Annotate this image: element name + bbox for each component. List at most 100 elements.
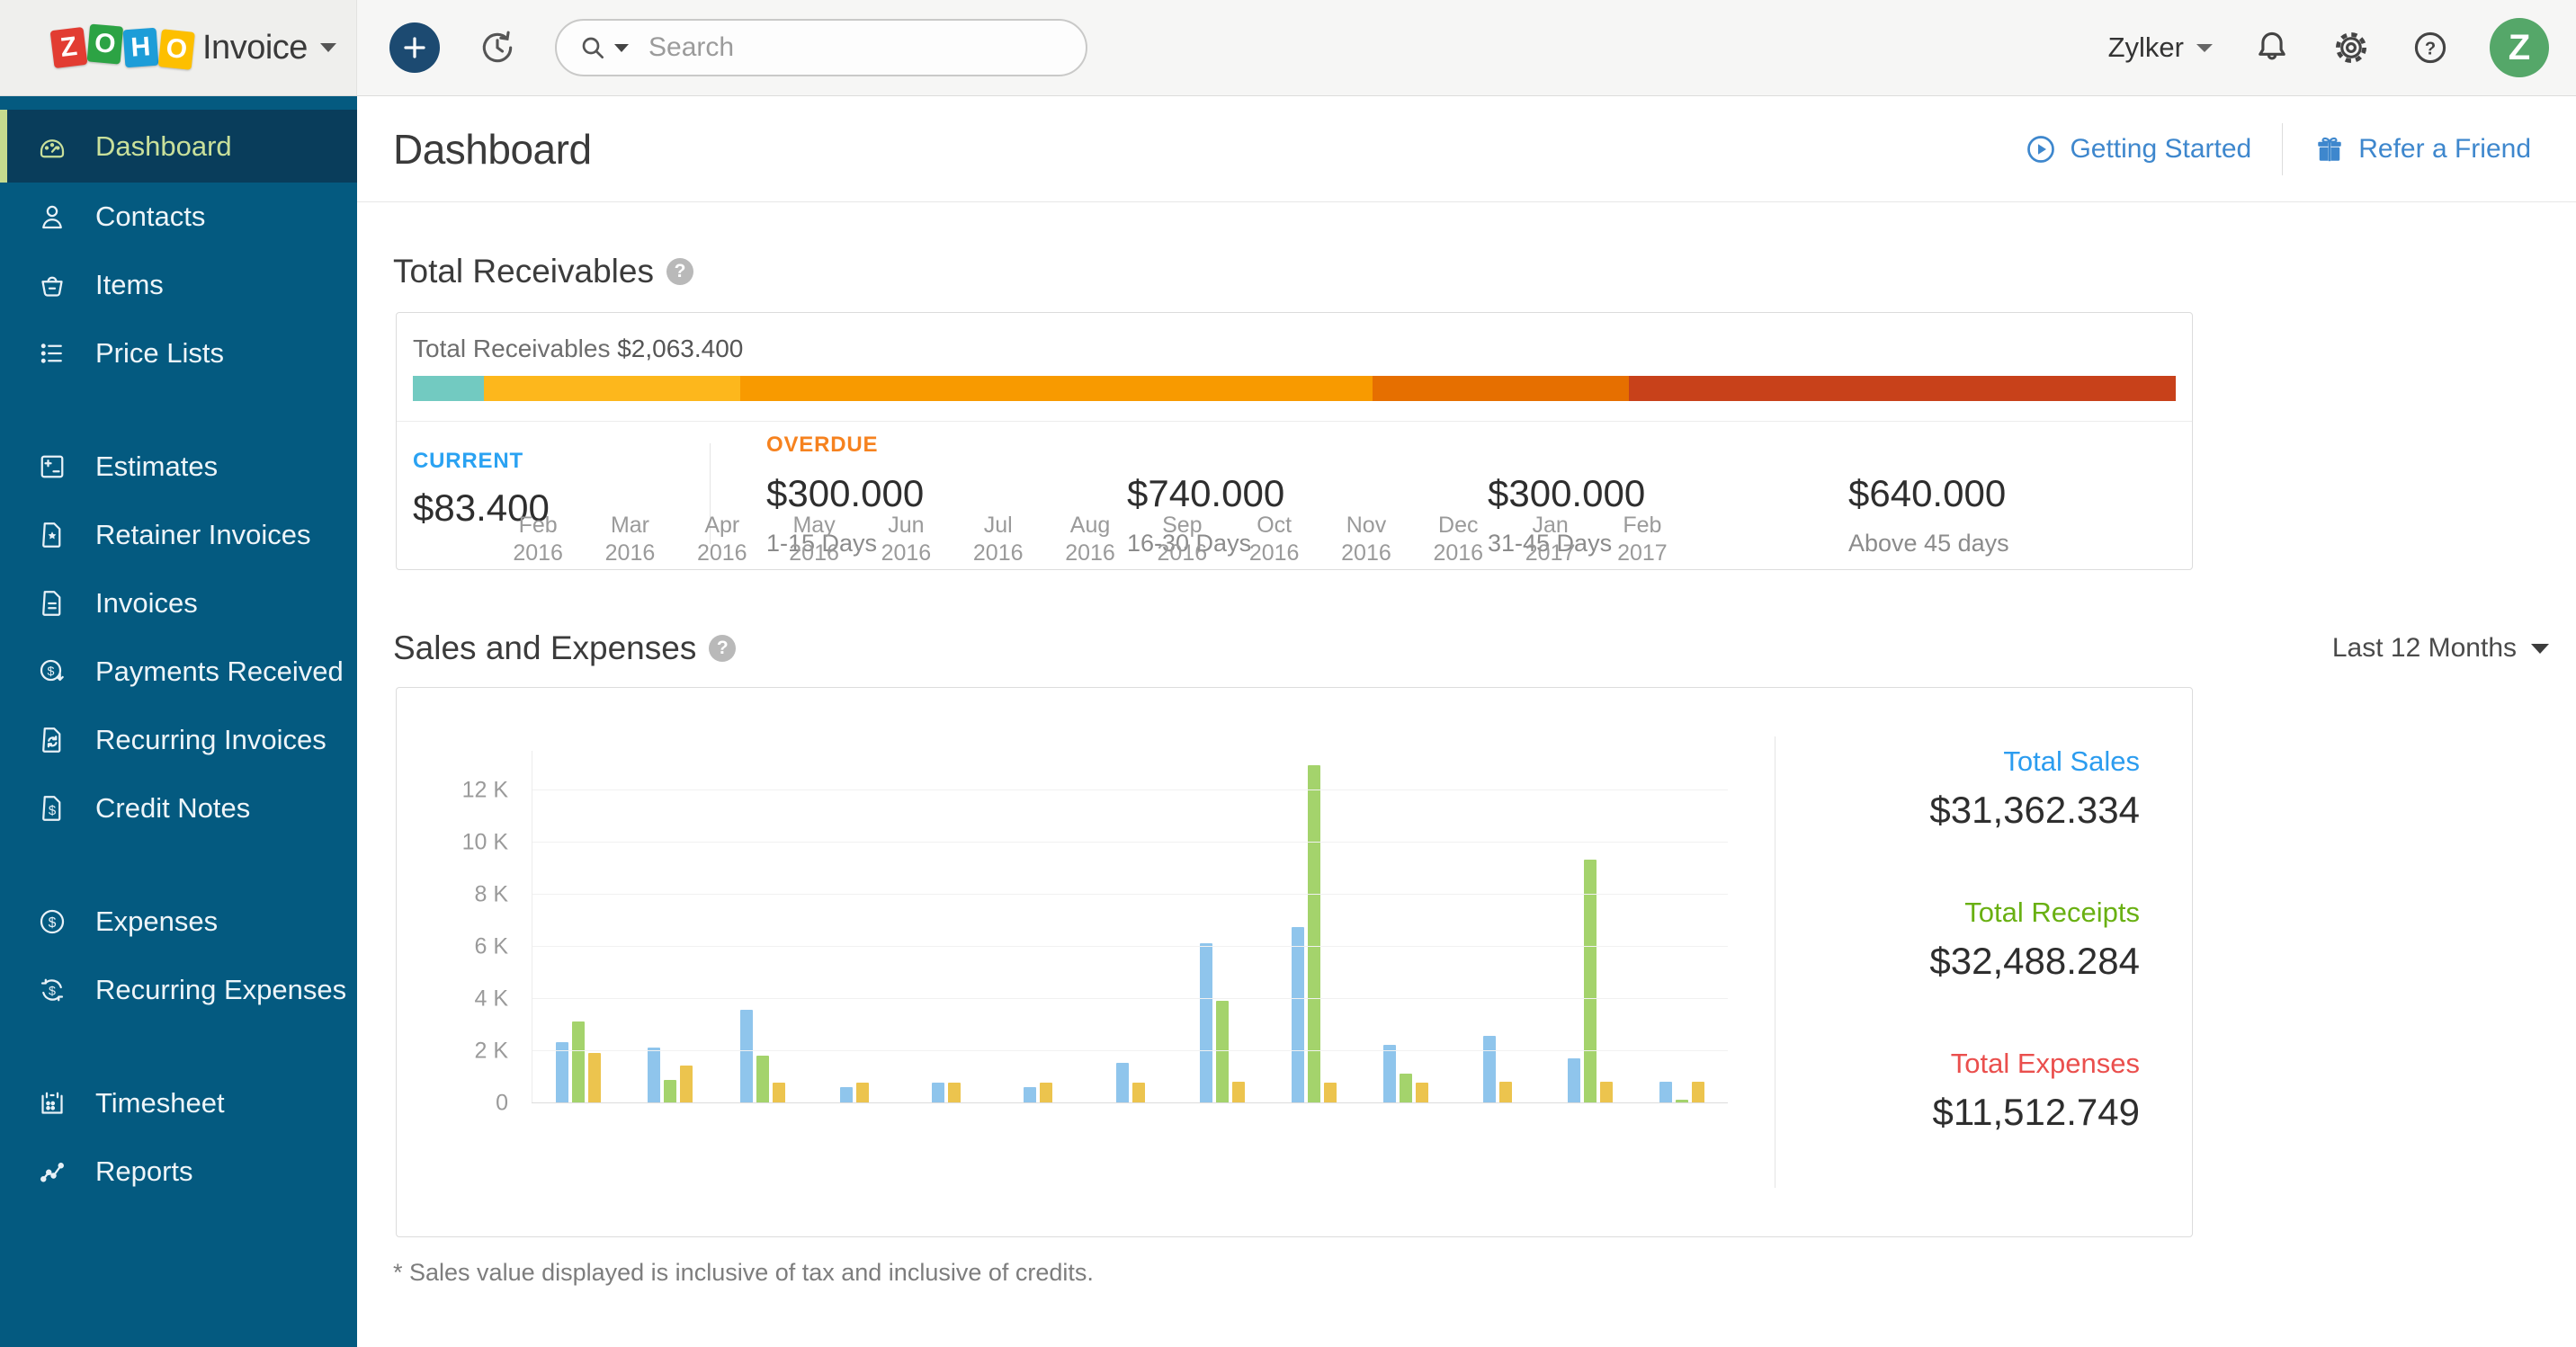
date-range-selector[interactable]: Last 12 Months <box>2332 633 2549 664</box>
x-tick-year: 2016 <box>584 540 675 567</box>
sales-bar <box>1116 1063 1129 1102</box>
global-search[interactable] <box>555 19 1087 76</box>
x-axis-tick-label: Jan2017 <box>1504 512 1596 567</box>
sidebar-item-label: Price Lists <box>95 337 224 370</box>
sidebar-item-invoices[interactable]: Invoices <box>0 569 357 638</box>
help-icon: ? <box>2411 28 2450 67</box>
notifications-button[interactable] <box>2252 28 2292 67</box>
x-axis-tick-label: Sep2016 <box>1136 512 1228 567</box>
receipts-bar <box>664 1080 676 1102</box>
sales-expenses-help-icon[interactable]: ? <box>709 635 736 662</box>
x-tick-month: Mar <box>584 512 675 540</box>
sidebar-item-retainer-invoices[interactable]: Retainer Invoices <box>0 501 357 569</box>
receivables-segment-overdue-above-45-days <box>1629 376 2176 401</box>
expenses-bar <box>1600 1082 1613 1102</box>
x-axis-tick-label: Feb2017 <box>1597 512 1688 567</box>
x-axis-tick-label: Oct2016 <box>1229 512 1320 567</box>
help-button[interactable]: ? <box>2411 28 2450 67</box>
sidebar-item-contacts[interactable]: Contacts <box>0 183 357 251</box>
receivables-summary-label: Total Receivables <box>413 335 610 362</box>
search-scope-caret-icon[interactable] <box>614 44 629 52</box>
expenses-bar <box>1692 1082 1704 1102</box>
chart-gridline <box>532 789 1728 790</box>
y-axis-tick-label: 4 K <box>474 986 508 1012</box>
topbar-right: Zylker ? Z <box>2108 18 2576 77</box>
brand-product-name: Invoice <box>202 29 308 67</box>
x-tick-month: Oct <box>1229 512 1320 540</box>
user-avatar[interactable]: Z <box>2490 18 2549 77</box>
sidebar-item-expenses[interactable]: $Expenses <box>0 888 357 956</box>
search-input[interactable] <box>648 32 1044 63</box>
sidebar-item-label: Estimates <box>95 450 218 483</box>
total-expenses-label: Total Expenses <box>1775 1048 2140 1080</box>
sales-bar <box>1483 1036 1496 1102</box>
chart-gridline <box>532 946 1728 947</box>
x-tick-year: 2016 <box>1044 540 1136 567</box>
sidebar-item-reports[interactable]: Reports <box>0 1137 357 1206</box>
sidebar-item-recurring-expenses[interactable]: $Recurring Expenses <box>0 956 357 1024</box>
x-tick-year: 2016 <box>768 540 860 567</box>
receivables-help-icon[interactable]: ? <box>666 258 693 285</box>
chart-baseline <box>532 1102 1728 1103</box>
x-axis-tick-label: May2016 <box>768 512 860 567</box>
getting-started-link[interactable]: Getting Started <box>2025 133 2251 165</box>
aging-amount: $640.000 <box>1848 472 2153 515</box>
x-tick-year: 2016 <box>676 540 768 567</box>
x-tick-month: Feb <box>492 512 584 540</box>
total-receivables-section-title: Total Receivables ? <box>393 253 2576 290</box>
refer-a-friend-link[interactable]: Refer a Friend <box>2313 133 2531 165</box>
brand-zone[interactable]: ZOHO Invoice <box>0 0 357 95</box>
refer-a-friend-label: Refer a Friend <box>2358 134 2531 165</box>
sales-bar <box>740 1010 753 1102</box>
zoho-logo-letter: O <box>87 23 124 64</box>
sidebar-item-price-lists[interactable]: Price Lists <box>0 319 357 388</box>
sidebar-item-estimates[interactable]: Estimates <box>0 433 357 501</box>
x-tick-year: 2016 <box>1136 540 1228 567</box>
x-tick-month: May <box>768 512 860 540</box>
x-tick-year: 2016 <box>1320 540 1412 567</box>
recurring-invoices-icon <box>36 724 74 756</box>
y-axis-tick-label: 10 K <box>462 830 508 856</box>
recent-history-button[interactable] <box>478 28 517 67</box>
settings-button[interactable] <box>2331 28 2371 67</box>
expenses-bar <box>680 1066 693 1102</box>
x-axis-tick-label: Jun2016 <box>860 512 952 567</box>
svg-text:$: $ <box>49 915 57 931</box>
sidebar-item-payments-received[interactable]: $Payments Received <box>0 638 357 706</box>
zoho-logo-letter: O <box>158 29 195 70</box>
x-tick-month: Jun <box>860 512 952 540</box>
sidebar-item-recurring-invoices[interactable]: Recurring Invoices <box>0 706 357 774</box>
x-tick-month: Feb <box>1597 512 1688 540</box>
org-switcher[interactable]: Zylker <box>2108 31 2213 64</box>
x-tick-month: Sep <box>1136 512 1228 540</box>
expenses-icon: $ <box>36 905 74 938</box>
sales-bar <box>1659 1082 1672 1102</box>
expenses-bar <box>948 1083 961 1102</box>
x-tick-month: Jan <box>1504 512 1596 540</box>
sidebar-item-label: Recurring Expenses <box>95 974 346 1006</box>
sidebar-item-dashboard[interactable]: Dashboard <box>0 110 357 183</box>
x-tick-year: 2016 <box>1229 540 1320 567</box>
current-label: CURRENT <box>413 449 710 474</box>
x-tick-month: Apr <box>676 512 768 540</box>
sidebar-item-items[interactable]: Items <box>0 251 357 319</box>
sidebar-item-label: Credit Notes <box>95 792 250 825</box>
zoho-logo-letter: Z <box>50 27 88 68</box>
sidebar-item-timesheet[interactable]: Timesheet <box>0 1069 357 1137</box>
quick-create-button[interactable] <box>389 22 440 73</box>
sidebar-item-label: Reports <box>95 1155 193 1188</box>
gift-icon <box>2313 133 2346 165</box>
play-circle-icon <box>2025 133 2057 165</box>
org-chevron-down-icon <box>2196 44 2213 52</box>
page-header: Dashboard Getting Started Refer a Friend <box>357 96 2576 202</box>
receivables-segment-overdue-31-45-days <box>1373 376 1629 401</box>
sales-bar <box>1024 1087 1036 1102</box>
brand-chevron-down-icon[interactable] <box>320 43 336 52</box>
sales-bar <box>1383 1045 1396 1102</box>
x-tick-year: 2016 <box>1412 540 1504 567</box>
sidebar-item-label: Dashboard <box>95 130 232 163</box>
sidebar-item-credit-notes[interactable]: $Credit Notes <box>0 774 357 843</box>
total-receivables-title-text: Total Receivables <box>393 253 654 290</box>
svg-text:$: $ <box>48 665 55 679</box>
y-axis-tick-label: 12 K <box>462 778 508 804</box>
